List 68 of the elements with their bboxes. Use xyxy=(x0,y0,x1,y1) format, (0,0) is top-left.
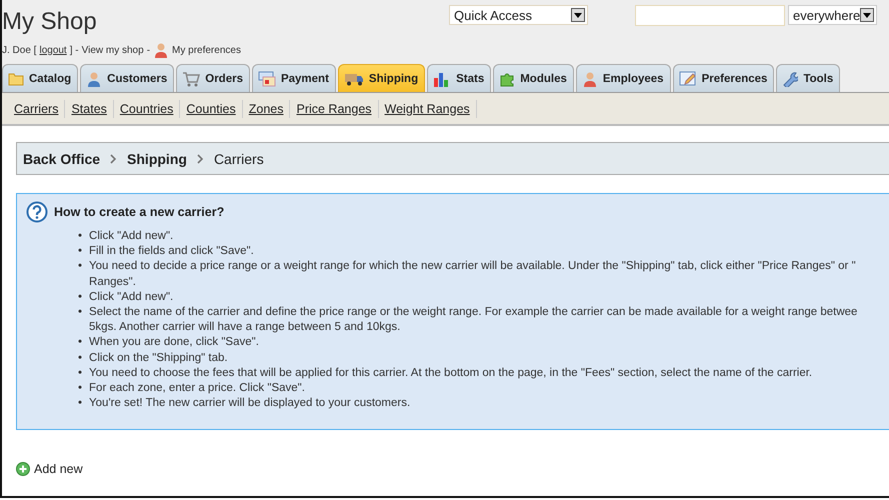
puzzle-icon xyxy=(499,70,516,86)
help-step: Fill in the fields and click "Save". xyxy=(89,244,254,260)
help-step: You need to choose the fees that will be applied for this carrier. At the bottom on the page, in the "Fees" section, select the name of the carrier. xyxy=(89,366,812,382)
subnav-link[interactable]: States xyxy=(65,100,114,118)
help-step: You need to decide a price range or a weight range for which the new carrier will be available. Under the "Shipping" tab, click either "Price Ranges" or " Ranges". xyxy=(89,259,856,290)
truck-icon xyxy=(344,72,364,86)
chevron-icon xyxy=(110,154,118,164)
subnav-link[interactable]: Carriers xyxy=(8,100,66,118)
subnav-link[interactable]: Countries xyxy=(114,100,180,118)
help-step: Click "Add new". xyxy=(89,229,174,244)
help-icon xyxy=(26,201,48,223)
user-name: J. Doe [ xyxy=(2,44,36,56)
separator-text: ] - xyxy=(70,44,79,56)
bullet: • xyxy=(78,244,82,260)
breadcrumb-item[interactable]: Back Office xyxy=(23,150,100,166)
caret-icon xyxy=(860,8,874,22)
pencil-icon xyxy=(678,70,697,86)
help-step: You're set! The new carrier will be displayed to your customers. xyxy=(89,396,410,412)
bullet: • xyxy=(78,335,82,350)
person-icon xyxy=(153,42,170,58)
subnav-link[interactable]: Zones xyxy=(242,100,290,118)
card-icon xyxy=(258,70,276,86)
person-icon xyxy=(582,70,598,86)
bullet: • xyxy=(78,396,82,412)
bullet: • xyxy=(78,305,82,320)
person-icon xyxy=(86,70,102,86)
shop-title: My Shop xyxy=(2,8,97,36)
nav-tab[interactable]: Customers xyxy=(80,64,174,92)
bullet: • xyxy=(78,259,82,274)
quick-access-dropdown[interactable]: Quick Access xyxy=(449,5,588,25)
cart-icon xyxy=(182,70,200,86)
preferences-link[interactable]: My preferences xyxy=(172,44,241,56)
nav-tab[interactable]: Stats xyxy=(427,64,492,92)
search-field[interactable] xyxy=(635,5,785,26)
separator-text: - xyxy=(146,44,150,56)
bullet: • xyxy=(78,366,82,381)
logout-link[interactable]: logout xyxy=(39,44,67,56)
breadcrumb-item[interactable]: Shipping xyxy=(127,150,187,166)
breadcrumb-item: Carriers xyxy=(214,150,264,166)
nav-tab[interactable]: Preferences xyxy=(672,64,774,92)
bullet: • xyxy=(78,350,82,366)
nav-tab[interactable]: Payment xyxy=(252,64,336,92)
chevron-icon xyxy=(196,154,204,164)
subnav-link[interactable]: Price Ranges xyxy=(290,100,379,118)
bullet: • xyxy=(78,229,82,244)
help-step: When you are done, click "Save". xyxy=(89,335,259,351)
folder-icon xyxy=(8,72,24,86)
help-step: Click on the "Shipping" tab. xyxy=(89,350,228,366)
help-step: Click "Add new". xyxy=(89,290,174,306)
search-scope-dropdown[interactable]: everywhere xyxy=(788,5,877,25)
view-shop-link[interactable]: View my shop xyxy=(82,44,144,56)
bullet: • xyxy=(78,381,82,396)
add-new-link[interactable]: Add new xyxy=(16,462,83,476)
nav-tab[interactable]: Tools xyxy=(776,64,840,92)
nav-tab[interactable]: Employees xyxy=(576,64,671,92)
bullet: • xyxy=(78,290,82,305)
plus-icon xyxy=(16,462,30,476)
wrench-icon xyxy=(782,70,798,86)
help-title: How to create a new carrier? xyxy=(54,205,224,219)
nav-tab[interactable]: Catalog xyxy=(2,64,78,92)
nav-tab[interactable]: Shipping xyxy=(338,64,426,92)
help-step: Select the name of the carrier and define the price range or the weight range. For example the carrier can be made available for a weight range betwee 5kgs. Another carrier will have a range between 5 and 10kgs. xyxy=(89,305,858,336)
subnav-link[interactable]: Weight Ranges xyxy=(378,100,477,118)
nav-tab[interactable]: Orders xyxy=(176,64,250,92)
caret-icon xyxy=(571,8,585,22)
subnav-link[interactable]: Counties xyxy=(180,100,243,118)
help-step: For each zone, enter a price. Click "Save". xyxy=(89,381,305,396)
nav-tab[interactable]: Modules xyxy=(493,64,574,92)
